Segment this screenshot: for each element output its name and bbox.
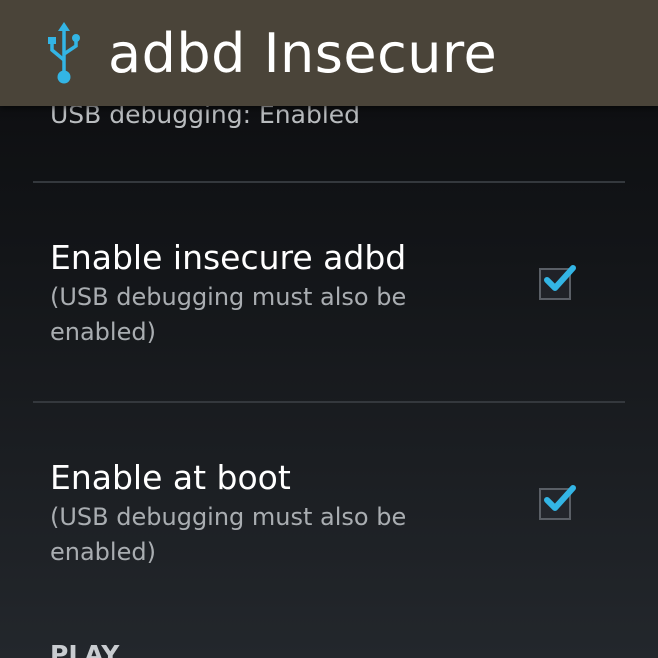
pref-summary: (USB debugging must also be enabled) [50, 283, 407, 346]
pref-enable-at-boot[interactable]: Enable at boot (USB debugging must also … [33, 456, 625, 616]
enable-insecure-adbd-checkbox[interactable] [539, 265, 576, 302]
pref-title: Enable at boot [50, 458, 291, 497]
app-title: adbd Insecure [108, 22, 498, 85]
checkmark-icon [544, 485, 576, 511]
usb-icon [48, 22, 80, 84]
divider [33, 181, 625, 183]
pref-summary: (USB debugging must also be enabled) [50, 503, 407, 566]
pref-enable-insecure-adbd[interactable]: Enable insecure adbd (USB debugging must… [33, 236, 625, 396]
checkmark-icon [544, 265, 576, 291]
divider [33, 401, 625, 403]
enable-at-boot-checkbox[interactable] [539, 485, 576, 522]
pref-title: Enable insecure adbd [50, 238, 407, 277]
action-bar: adbd Insecure [0, 0, 658, 106]
section-header-play: PLAY [50, 640, 120, 658]
